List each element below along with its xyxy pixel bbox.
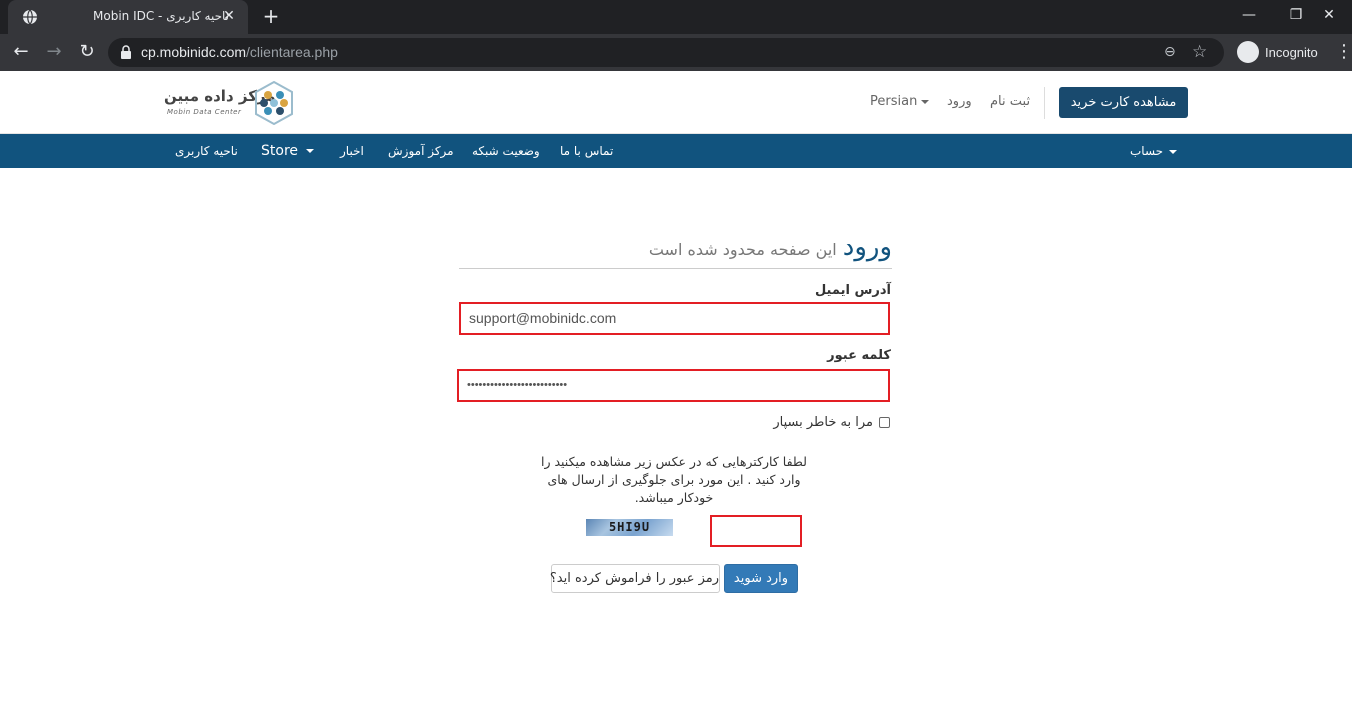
title-divider	[459, 268, 892, 269]
header-divider	[1044, 87, 1045, 119]
forward-icon[interactable]: →	[41, 39, 67, 65]
nav-education[interactable]: مرکز آموزش	[388, 134, 454, 168]
nav-account[interactable]: حساب	[1130, 134, 1181, 168]
forgot-password-button[interactable]: رمز عبور را فراموش کرده اید؟	[550, 564, 720, 593]
bookmark-star-icon[interactable]: ☆	[1192, 42, 1212, 62]
page-title: ورود این صفحه محدود شده است	[649, 232, 892, 262]
tab-close-icon[interactable]: ✕	[220, 7, 238, 25]
captcha-instructions: لطفا کارکترهایی که در عکس زیر مشاهده میک…	[540, 454, 807, 505]
logo-text-en: Mobin Data Center	[167, 108, 242, 116]
email-field[interactable]: support@mobinidc.com	[459, 302, 890, 335]
nav-network-status[interactable]: وضعیت شبکه	[472, 134, 540, 168]
language-dropdown[interactable]: Persian	[870, 94, 933, 109]
browser-tab[interactable]: Mobin IDC - ناحیه کاربری ✕	[8, 0, 248, 34]
password-field[interactable]: ••••••••••••••••••••••••••	[457, 369, 890, 402]
globe-icon	[23, 9, 37, 25]
login-title: ورود	[842, 232, 892, 262]
tab-title: Mobin IDC - ناحیه کاربری	[93, 9, 229, 23]
view-cart-button[interactable]: مشاهده کارت خرید	[1059, 87, 1188, 118]
remember-me[interactable]: مرا به خاطر بسپار	[773, 415, 890, 430]
nav-contact[interactable]: تماس با ما	[560, 134, 613, 168]
password-label: کلمه عبور	[827, 348, 891, 363]
zoom-icon[interactable]: ⊖	[1164, 44, 1182, 62]
email-label: آدرس ایمیل	[814, 283, 891, 298]
register-link[interactable]: ثبت نام	[990, 94, 1030, 109]
remember-checkbox[interactable]	[879, 417, 890, 428]
url-text: cp.mobinidc.com/clientarea.php	[141, 44, 338, 60]
login-link[interactable]: ورود	[947, 94, 972, 109]
browser-menu-icon[interactable]: ⋮	[1335, 42, 1352, 62]
captcha-image: 5HI9U	[586, 519, 673, 536]
incognito-icon	[1237, 41, 1259, 63]
login-subtitle: این صفحه محدود شده است	[648, 240, 837, 259]
reload-icon[interactable]: ↻	[74, 39, 100, 65]
captcha-input[interactable]	[710, 515, 802, 547]
main-nav: ناحیه کاربری Store اخبار مرکز آموزش وضعی…	[0, 134, 1352, 168]
site-logo[interactable]: مرکز داده مبین Mobin Data Center	[164, 81, 294, 125]
browser-tabbar: Mobin IDC - ناحیه کاربری ✕ + — ❐ ✕	[0, 0, 1352, 34]
new-tab-icon[interactable]: +	[259, 4, 283, 28]
logo-hexagon-icon	[255, 81, 293, 125]
site-header: مرکز داده مبین Mobin Data Center Persian…	[0, 71, 1352, 134]
minimize-icon[interactable]: —	[1226, 0, 1272, 30]
nav-news[interactable]: اخبار	[340, 134, 364, 168]
nav-store[interactable]: Store	[261, 134, 318, 168]
address-bar[interactable]: cp.mobinidc.com/clientarea.php ⊖ ☆	[108, 38, 1224, 67]
remember-label: مرا به خاطر بسپار	[773, 415, 873, 430]
lock-icon	[121, 45, 131, 59]
login-button[interactable]: وارد شوید	[724, 564, 798, 593]
back-icon[interactable]: ←	[8, 39, 34, 65]
window-close-icon[interactable]: ✕	[1306, 0, 1352, 30]
browser-toolbar: ← → ↻ cp.mobinidc.com/clientarea.php ⊖ ☆	[0, 34, 1352, 71]
incognito-label: Incognito	[1265, 44, 1318, 60]
nav-client-area[interactable]: ناحیه کاربری	[175, 134, 238, 168]
incognito-badge[interactable]: Incognito	[1233, 38, 1326, 66]
